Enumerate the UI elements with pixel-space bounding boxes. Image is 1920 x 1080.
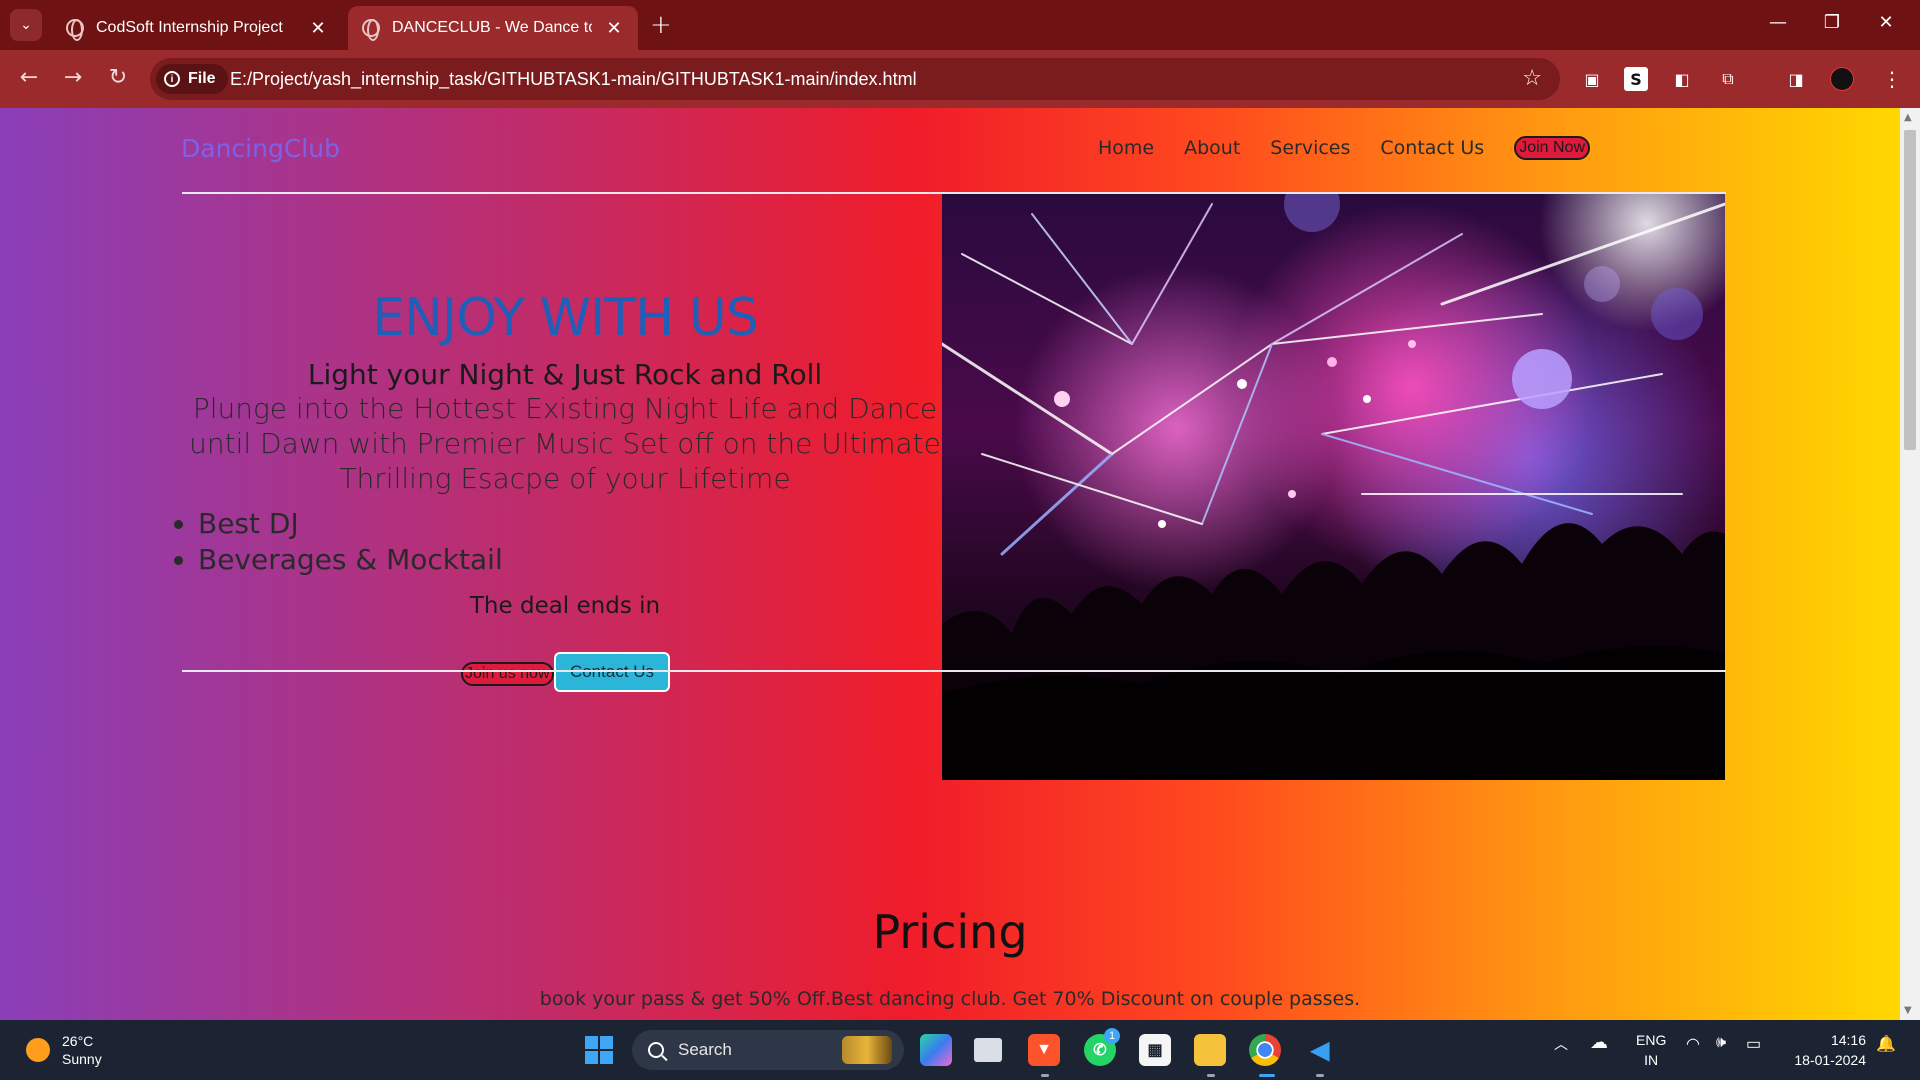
- pricing-description: book your pass & get 50% Off.Best dancin…: [539, 988, 1361, 1010]
- forward-button[interactable]: →: [58, 65, 88, 90]
- close-window-button[interactable]: ✕: [1866, 12, 1906, 33]
- browser-toolbar: ← → ↻ i File E:/Project/yash_internship_…: [0, 50, 1920, 108]
- nav-home[interactable]: Home: [1098, 137, 1154, 159]
- weather-condition: Sunny: [62, 1051, 102, 1067]
- region-code: IN: [1644, 1052, 1659, 1068]
- restore-button[interactable]: ❐: [1812, 12, 1852, 33]
- tab-codsoft[interactable]: CodSoft Internship Project ✕: [52, 6, 342, 50]
- show-hidden-icons-icon[interactable]: ︿: [1554, 1034, 1568, 1054]
- globe-icon: [66, 19, 84, 41]
- battery-icon[interactable]: ▭: [1746, 1034, 1761, 1054]
- sun-icon: [26, 1038, 50, 1062]
- scrollbar-thumb[interactable]: [1904, 130, 1916, 450]
- volume-icon[interactable]: 🕪: [1716, 1034, 1726, 1052]
- hero-text: ENJOY WITH US Light your Night & Just Ro…: [160, 288, 970, 496]
- page-scrollbar[interactable]: ▲ ▼: [1900, 108, 1920, 1020]
- concert-lights-illustration: [942, 194, 1725, 780]
- whatsapp-badge: 1: [1104, 1028, 1120, 1044]
- taskbar-search[interactable]: Search: [632, 1030, 904, 1070]
- list-item: Best DJ: [198, 506, 503, 542]
- site-info-label: File: [188, 70, 216, 87]
- contact-us-button[interactable]: Contact Us: [554, 652, 670, 692]
- join-us-now-button[interactable]: Join us now: [461, 662, 554, 686]
- back-button[interactable]: ←: [14, 65, 44, 90]
- active-indicator: [1259, 1074, 1275, 1077]
- list-item: Beverages & Mocktail: [198, 542, 503, 578]
- windows-start-icon[interactable]: [585, 1036, 613, 1064]
- running-indicator: [1207, 1074, 1215, 1077]
- system-clock[interactable]: 14:16 18-01-2024: [1794, 1030, 1866, 1070]
- task-view-icon[interactable]: [974, 1038, 1002, 1062]
- join-now-button[interactable]: Join Now: [1514, 136, 1590, 160]
- hero-subtitle: Light your Night & Just Rock and Roll: [307, 358, 823, 391]
- file-explorer-icon[interactable]: [1194, 1034, 1226, 1066]
- scroll-down-arrow-icon[interactable]: ▼: [1904, 1005, 1912, 1016]
- language-indicator[interactable]: ENG IN: [1636, 1030, 1666, 1070]
- new-tab-button[interactable]: +: [650, 10, 672, 40]
- nav-contact-us[interactable]: Contact Us: [1380, 137, 1484, 159]
- tab-danceclub[interactable]: DANCECLUB - We Dance to Exp ✕: [348, 6, 638, 50]
- site-info-chip[interactable]: i File: [156, 64, 228, 94]
- extensions-puzzle-icon[interactable]: ⧉: [1716, 67, 1740, 91]
- onedrive-cloud-icon[interactable]: ☁: [1590, 1032, 1608, 1053]
- scroll-up-arrow-icon[interactable]: ▲: [1904, 112, 1912, 123]
- hero-description: Plunge into the Hottest Existing Night L…: [189, 392, 941, 495]
- wifi-icon[interactable]: ◠: [1686, 1034, 1700, 1054]
- tab-search-chevron-icon[interactable]: ⌄: [10, 9, 42, 41]
- deal-text: The deal ends in: [469, 593, 661, 619]
- globe-icon: [362, 19, 380, 41]
- extension-icon[interactable]: ◧: [1670, 67, 1694, 91]
- info-icon: i: [164, 71, 180, 87]
- weather-temperature: 26°C: [62, 1033, 94, 1049]
- site-nav: Home About Services Contact Us Join Now: [1098, 136, 1590, 160]
- copilot-icon[interactable]: [920, 1034, 952, 1066]
- tab-title: CodSoft Internship Project: [96, 19, 283, 36]
- search-highlight-image: [842, 1036, 892, 1064]
- hero-features-list: Best DJ Beverages & Mocktail: [198, 506, 503, 578]
- clock-time: 14:16: [1830, 1032, 1866, 1048]
- bookmark-star-icon[interactable]: ☆: [1522, 66, 1542, 91]
- extension-s-icon[interactable]: S: [1624, 67, 1648, 91]
- concert-hero-image: [942, 194, 1725, 780]
- brave-icon[interactable]: ▼: [1028, 1034, 1060, 1066]
- picture-in-picture-icon[interactable]: ▣: [1580, 67, 1604, 91]
- close-tab-icon[interactable]: ✕: [308, 18, 328, 39]
- tab-title: DANCECLUB - We Dance to Exp: [392, 19, 592, 36]
- reload-button[interactable]: ↻: [103, 65, 133, 90]
- close-tab-icon[interactable]: ✕: [604, 18, 624, 39]
- language-code: ENG: [1636, 1032, 1667, 1048]
- profile-avatar-icon[interactable]: [1830, 67, 1854, 91]
- running-indicator: [1316, 1074, 1324, 1077]
- chrome-icon[interactable]: [1249, 1034, 1281, 1066]
- browser-menu-icon[interactable]: ⋮: [1880, 67, 1904, 91]
- search-icon: [648, 1042, 664, 1058]
- site-logo[interactable]: DancingClub: [181, 134, 340, 163]
- running-indicator: [1041, 1074, 1049, 1077]
- address-bar[interactable]: i File E:/Project/yash_internship_task/G…: [150, 58, 1560, 100]
- vscode-icon[interactable]: ◀: [1304, 1034, 1336, 1066]
- side-panel-icon[interactable]: ◨: [1784, 67, 1808, 91]
- web-page: DancingClub Home About Services Contact …: [0, 108, 1900, 1020]
- url-text[interactable]: E:/Project/yash_internship_task/GITHUBTA…: [230, 69, 917, 90]
- weather-widget[interactable]: 26°C Sunny: [26, 1032, 102, 1068]
- nav-services[interactable]: Services: [1270, 137, 1350, 159]
- divider-bottom: [182, 670, 1726, 672]
- windows-taskbar: 26°C Sunny Search ▼ ✆ 1 ▦ ◀ ︿ ☁ ENG IN ◠…: [0, 1020, 1920, 1080]
- store-icon[interactable]: ▦: [1139, 1034, 1171, 1066]
- nav-about[interactable]: About: [1184, 137, 1240, 159]
- notification-bell-icon[interactable]: 🔔: [1876, 1034, 1896, 1054]
- clock-date: 18-01-2024: [1794, 1052, 1866, 1068]
- browser-tab-bar: ⌄ CodSoft Internship Project ✕ DANCECLUB…: [0, 0, 1920, 50]
- hero-title: ENJOY WITH US: [372, 288, 759, 348]
- pricing-title: Pricing: [872, 905, 1028, 959]
- minimize-button[interactable]: —: [1758, 12, 1798, 33]
- search-label: Search: [678, 1040, 732, 1059]
